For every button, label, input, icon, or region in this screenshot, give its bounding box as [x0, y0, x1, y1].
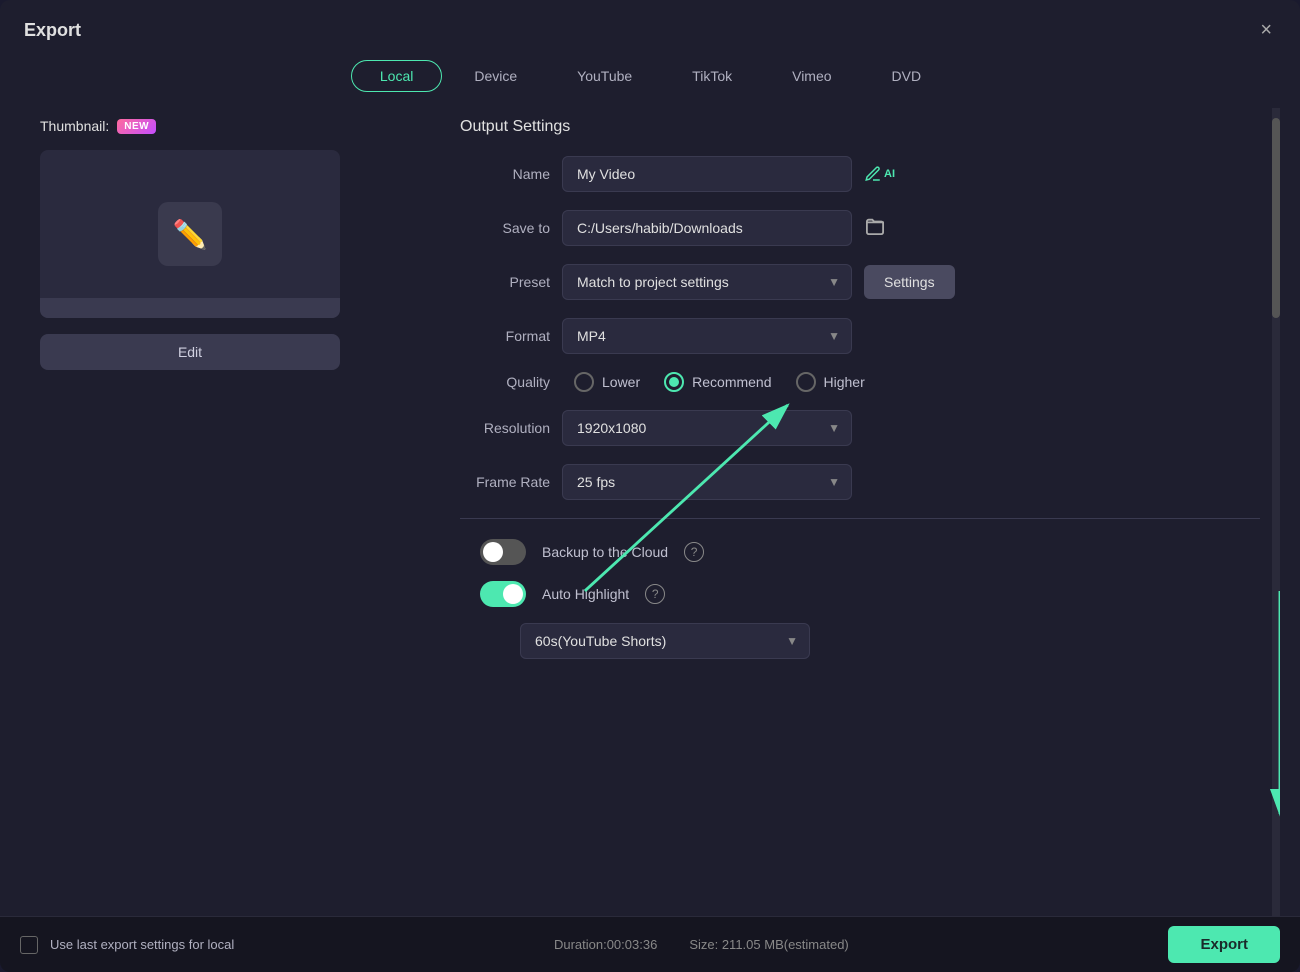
preset-select-wrapper: Match to project settings ▼	[562, 264, 852, 300]
backup-help-icon[interactable]: ?	[684, 542, 704, 562]
scrollbar-track[interactable]	[1272, 108, 1280, 916]
frame-rate-row: Frame Rate 25 fps ▼	[460, 464, 1260, 500]
backup-cloud-knob	[483, 542, 503, 562]
left-panel: Thumbnail: NEW ✏️ Edit	[20, 108, 440, 916]
right-panel: Output Settings Name AI Save to	[440, 108, 1280, 916]
frame-rate-label: Frame Rate	[460, 474, 550, 490]
last-export-checkbox[interactable]	[20, 936, 38, 954]
name-row: Name AI	[460, 156, 1260, 192]
preset-label: Preset	[460, 274, 550, 290]
folder-button[interactable]	[864, 217, 886, 240]
format-label: Format	[460, 328, 550, 344]
name-label: Name	[460, 166, 550, 182]
backup-cloud-toggle[interactable]	[480, 539, 526, 565]
radio-lower-circle	[574, 372, 594, 392]
dialog-title: Export	[24, 20, 81, 41]
edit-pencil-icon: ✏️	[173, 218, 208, 251]
close-button[interactable]: ×	[1256, 16, 1276, 44]
scrollbar-thumb[interactable]	[1272, 118, 1280, 318]
auto-highlight-toggle[interactable]	[480, 581, 526, 607]
quality-recommend[interactable]: Recommend	[664, 372, 771, 392]
auto-highlight-label: Auto Highlight	[542, 586, 629, 602]
thumbnail-preview: ✏️	[40, 150, 340, 318]
tab-vimeo[interactable]: Vimeo	[764, 60, 859, 92]
highlight-select-row: 60s(YouTube Shorts) ▼	[460, 623, 1260, 659]
backup-cloud-row: Backup to the Cloud ?	[460, 539, 1260, 565]
ai-rename-button[interactable]: AI	[864, 165, 895, 183]
duration-text: Duration:00:03:36	[554, 937, 657, 952]
export-button[interactable]: Export	[1168, 926, 1280, 963]
tab-device[interactable]: Device	[446, 60, 545, 92]
tab-local[interactable]: Local	[351, 60, 442, 92]
radio-recommend-dot	[669, 377, 679, 387]
edit-button[interactable]: Edit	[40, 334, 340, 370]
save-to-label: Save to	[460, 220, 550, 236]
thumbnail-bottom-bar	[40, 298, 340, 318]
resolution-select-wrapper: 1920x1080 ▼	[562, 410, 852, 446]
highlight-select[interactable]: 60s(YouTube Shorts)	[520, 623, 810, 659]
divider	[460, 518, 1260, 519]
preset-select[interactable]: Match to project settings	[562, 264, 852, 300]
export-dialog: Export × Local Device YouTube TikTok Vim…	[0, 0, 1300, 972]
auto-highlight-knob	[503, 584, 523, 604]
resolution-label: Resolution	[460, 420, 550, 436]
size-text: Size: 211.05 MB(estimated)	[689, 937, 848, 952]
thumbnail-label: Thumbnail: NEW	[40, 118, 420, 134]
frame-rate-select[interactable]: 25 fps	[562, 464, 852, 500]
output-settings-title: Output Settings	[460, 118, 1260, 136]
resolution-select[interactable]: 1920x1080	[562, 410, 852, 446]
quality-lower[interactable]: Lower	[574, 372, 640, 392]
auto-highlight-help-icon[interactable]: ?	[645, 584, 665, 604]
quality-radio-group: Lower Recommend Higher	[574, 372, 865, 392]
bottom-left: Use last export settings for local	[20, 936, 234, 954]
main-content: Thumbnail: NEW ✏️ Edit Output Settings N…	[0, 108, 1300, 916]
auto-highlight-row: Auto Highlight ?	[460, 581, 1260, 607]
tab-dvd[interactable]: DVD	[864, 60, 950, 92]
tab-youtube[interactable]: YouTube	[549, 60, 660, 92]
thumbnail-icon: ✏️	[158, 202, 222, 266]
format-select[interactable]: MP4	[562, 318, 852, 354]
quality-higher[interactable]: Higher	[796, 372, 865, 392]
bottom-center: Duration:00:03:36 Size: 211.05 MB(estima…	[554, 937, 849, 952]
resolution-row: Resolution 1920x1080 ▼	[460, 410, 1260, 446]
frame-rate-select-wrapper: 25 fps ▼	[562, 464, 852, 500]
quality-row: Quality Lower Recommend Higher	[460, 372, 1260, 392]
format-row: Format MP4 ▼	[460, 318, 1260, 354]
name-input[interactable]	[562, 156, 852, 192]
radio-higher-circle	[796, 372, 816, 392]
preset-row: Preset Match to project settings ▼ Setti…	[460, 264, 1260, 300]
highlight-select-wrapper: 60s(YouTube Shorts) ▼	[520, 623, 810, 659]
title-bar: Export ×	[0, 0, 1300, 52]
last-export-label: Use last export settings for local	[50, 937, 234, 952]
ai-label: AI	[884, 168, 895, 180]
bottom-bar: Use last export settings for local Durat…	[0, 916, 1300, 972]
new-badge: NEW	[117, 119, 156, 134]
radio-recommend-circle	[664, 372, 684, 392]
quality-label: Quality	[460, 374, 550, 390]
backup-cloud-label: Backup to the Cloud	[542, 544, 668, 560]
settings-button[interactable]: Settings	[864, 265, 955, 299]
save-to-row: Save to	[460, 210, 1260, 246]
format-select-wrapper: MP4 ▼	[562, 318, 852, 354]
tab-bar: Local Device YouTube TikTok Vimeo DVD	[0, 52, 1300, 108]
tab-tiktok[interactable]: TikTok	[664, 60, 760, 92]
save-to-input[interactable]	[562, 210, 852, 246]
